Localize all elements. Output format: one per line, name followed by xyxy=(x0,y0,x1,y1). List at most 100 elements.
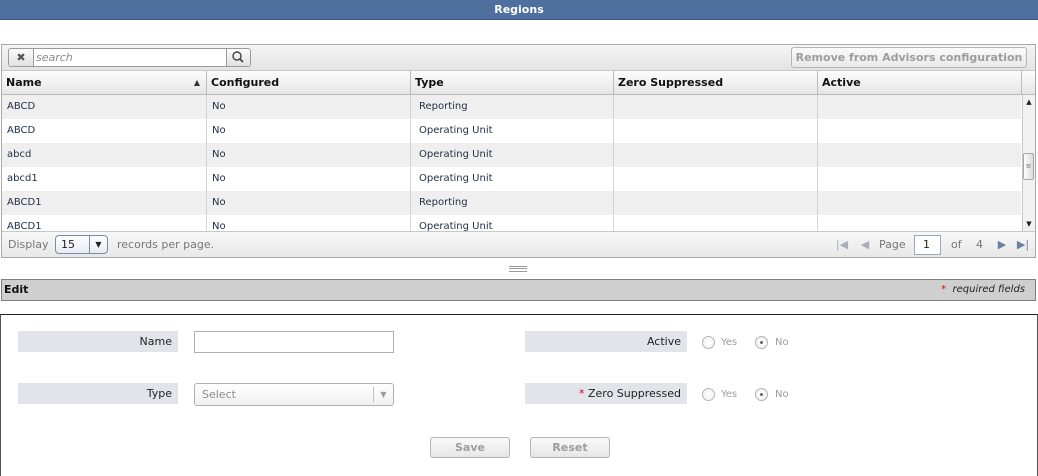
cell-name: abcd xyxy=(2,143,207,167)
scroll-down-arrow-icon[interactable]: ▼ xyxy=(1023,217,1035,231)
active-no-label: No xyxy=(775,337,789,348)
chevron-down-icon: ▼ xyxy=(89,236,107,253)
zero-suppressed-label-text: Zero Suppressed xyxy=(588,387,681,400)
cell-type: Reporting xyxy=(411,191,614,215)
chevron-down-icon: ▼ xyxy=(373,387,393,402)
page-label: Page xyxy=(879,238,906,251)
required-fields-text: required fields xyxy=(952,284,1025,295)
edit-section-header: Edit * required fields xyxy=(1,279,1036,301)
display-label: Display xyxy=(8,238,49,251)
type-select-value: Select xyxy=(202,388,236,401)
zero-suppressed-no-radio[interactable] xyxy=(755,388,768,401)
table-row[interactable]: ABCD No Reporting xyxy=(2,95,1021,119)
column-header-name[interactable]: Name ▲ xyxy=(2,71,207,95)
table-row[interactable]: ABCD1 No Reporting xyxy=(2,191,1021,215)
table-row[interactable]: abcd1 No Operating Unit xyxy=(2,167,1021,191)
column-header-configured[interactable]: Configured xyxy=(207,71,411,95)
name-input[interactable] xyxy=(194,331,394,353)
search-input[interactable] xyxy=(36,50,226,65)
type-label: Type xyxy=(18,383,178,404)
active-yes-radio[interactable] xyxy=(702,336,715,349)
grid-toolbar: ✖ Remove from Advisors configuration xyxy=(2,45,1035,71)
cell-configured: No xyxy=(207,95,411,119)
cell-active xyxy=(818,191,1021,215)
previous-page-icon[interactable]: ◀ xyxy=(858,237,872,253)
cell-name: ABCD xyxy=(2,95,207,119)
of-label: of xyxy=(951,238,962,251)
name-label: Name xyxy=(18,331,178,352)
panel-splitter-handle[interactable] xyxy=(509,266,527,272)
grid-body: ABCD No Reporting ABCD No Operating Unit… xyxy=(2,95,1021,231)
zero-suppressed-label: * Zero Suppressed xyxy=(525,383,687,404)
cell-active xyxy=(818,143,1021,167)
cell-name: ABCD1 xyxy=(2,191,207,215)
column-header-zero-suppressed[interactable]: Zero Suppressed xyxy=(614,71,818,95)
column-header-label: Name xyxy=(6,76,42,89)
cell-active xyxy=(818,95,1021,119)
zero-suppressed-yes-radio[interactable] xyxy=(702,388,715,401)
active-no-radio[interactable] xyxy=(755,336,768,349)
type-select[interactable]: Select ▼ xyxy=(194,383,394,406)
cell-type: Operating Unit xyxy=(411,119,614,143)
cell-zero-suppressed xyxy=(614,191,818,215)
cell-type: Reporting xyxy=(411,95,614,119)
save-button[interactable]: Save xyxy=(430,437,510,458)
cell-type: Operating Unit xyxy=(411,215,614,231)
records-per-page-label: records per page. xyxy=(117,238,215,251)
table-row[interactable]: abcd No Operating Unit xyxy=(2,143,1021,167)
table-row[interactable]: ABCD No Operating Unit xyxy=(2,119,1021,143)
cell-active xyxy=(818,167,1021,191)
cell-zero-suppressed xyxy=(614,143,818,167)
current-page-input[interactable]: 1 xyxy=(914,235,941,255)
last-page-icon[interactable]: ▶| xyxy=(1016,237,1030,253)
active-label: Active xyxy=(525,331,687,352)
column-header-label: Zero Suppressed xyxy=(618,76,724,89)
zero-suppressed-no-label: No xyxy=(775,389,789,400)
edit-form: Name Type Select ▼ Active Yes No * Zero … xyxy=(0,314,1038,476)
table-row[interactable]: ABCD1 No Operating Unit xyxy=(2,215,1021,231)
search-box: ✖ xyxy=(8,48,251,67)
cell-name: abcd1 xyxy=(2,167,207,191)
reset-button[interactable]: Reset xyxy=(530,437,610,458)
first-page-icon[interactable]: |◀ xyxy=(835,237,849,253)
search-button[interactable] xyxy=(226,49,250,66)
cell-active xyxy=(818,215,1021,231)
column-header-label: Type xyxy=(415,76,444,89)
cell-type: Operating Unit xyxy=(411,143,614,167)
zero-suppressed-yes-label: Yes xyxy=(721,389,738,400)
window-title: Regions xyxy=(0,0,1038,20)
cell-configured: No xyxy=(207,215,411,231)
cell-name: ABCD xyxy=(2,119,207,143)
page-size-select[interactable]: 15 ▼ xyxy=(55,235,108,254)
edit-title: Edit xyxy=(4,283,29,296)
clear-search-icon[interactable]: ✖ xyxy=(9,49,34,66)
cell-zero-suppressed xyxy=(614,167,818,191)
cell-configured: No xyxy=(207,119,411,143)
next-page-icon[interactable]: ▶ xyxy=(995,237,1009,253)
cell-configured: No xyxy=(207,167,411,191)
required-asterisk: * xyxy=(579,387,585,400)
cell-zero-suppressed xyxy=(614,119,818,143)
column-header-label: Active xyxy=(822,76,861,89)
cell-zero-suppressed xyxy=(614,215,818,231)
active-yes-label: Yes xyxy=(721,337,738,348)
cell-configured: No xyxy=(207,191,411,215)
cell-name: ABCD1 xyxy=(2,215,207,231)
required-fields-note: * required fields xyxy=(941,280,1025,300)
column-header-label: Configured xyxy=(211,76,280,89)
cell-zero-suppressed xyxy=(614,95,818,119)
grid-pager: Display 15 ▼ records per page. |◀ ◀ Page… xyxy=(2,231,1035,257)
cell-active xyxy=(818,119,1021,143)
column-header-type[interactable]: Type xyxy=(411,71,614,95)
column-header-active[interactable]: Active xyxy=(818,71,1022,95)
grid-vertical-scrollbar[interactable]: ▲ ≡ ▼ xyxy=(1022,95,1035,231)
grid-header: Name ▲ Configured Type Zero Suppressed A… xyxy=(2,71,1022,95)
sort-ascending-icon: ▲ xyxy=(193,78,200,87)
remove-from-advisors-button[interactable]: Remove from Advisors configuration xyxy=(791,47,1027,68)
scroll-thumb[interactable]: ≡ xyxy=(1023,153,1034,180)
header-corner xyxy=(1022,71,1035,95)
scroll-up-arrow-icon[interactable]: ▲ xyxy=(1023,95,1035,109)
page-size-value: 15 xyxy=(61,238,75,251)
required-asterisk: * xyxy=(941,284,947,295)
cell-configured: No xyxy=(207,143,411,167)
